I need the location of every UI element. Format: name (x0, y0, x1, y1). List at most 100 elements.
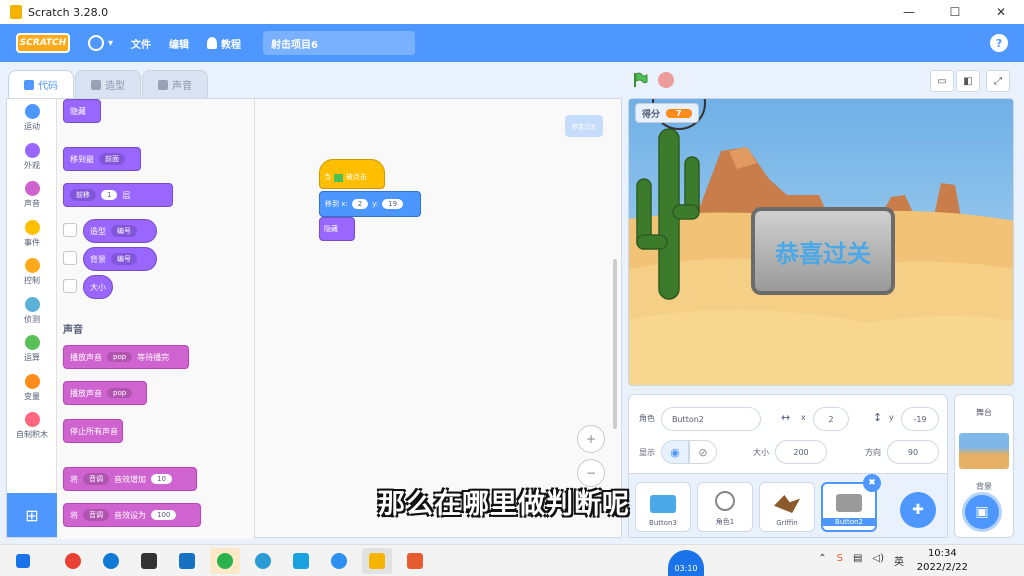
hide-block[interactable]: 隐藏 (63, 99, 101, 123)
script-area[interactable]: 当 被点击 移到 x: 2 y: 19 隐藏 恭喜过关 + − (255, 99, 621, 537)
sprite-tile[interactable]: Button3 (635, 482, 691, 532)
sprite-tile[interactable]: Griffin (759, 482, 815, 532)
edge-icon[interactable] (96, 548, 126, 574)
sound-dropdown[interactable]: pop (107, 352, 133, 362)
script-scrollbar[interactable] (613, 259, 617, 429)
category-my-blocks[interactable]: 自制积木 (7, 407, 57, 446)
category-operators[interactable]: 运算 (7, 330, 57, 369)
size-checkbox[interactable] (63, 279, 77, 293)
add-backdrop-button[interactable]: ▣ (962, 492, 1002, 532)
tab-code[interactable]: 代码 (8, 70, 74, 98)
layers-input[interactable]: 1 (101, 190, 118, 200)
layer-dropdown[interactable]: 前面 (99, 153, 125, 165)
category-sensing[interactable]: 侦测 (7, 292, 57, 331)
trash-icon[interactable]: ✖ (863, 474, 881, 492)
chevron-up-icon[interactable]: ⌃ (818, 553, 826, 568)
costume-checkbox[interactable] (63, 223, 77, 237)
costume-reporter[interactable]: 造型 编号 (83, 219, 157, 243)
menu-bar: SCRATCH ▾ 文件 编辑 教程 射击项目6 ? (0, 24, 1024, 62)
x-input[interactable]: 2 (351, 199, 369, 209)
wechat-icon[interactable] (210, 547, 240, 574)
add-extension-button[interactable]: ⊞ (7, 493, 57, 537)
volume-icon[interactable]: ◁) (872, 553, 884, 568)
edit-menu[interactable]: 编辑 (169, 36, 189, 51)
hide-block[interactable]: 隐藏 (319, 217, 355, 241)
maximize-button[interactable]: ☐ (932, 0, 978, 24)
costume-dropdown[interactable]: 编号 (111, 225, 137, 237)
small-stage-button[interactable]: ▭ (930, 70, 954, 92)
system-tray: ⌃ S ▤ ◁) 英 (818, 553, 904, 568)
tutorials-menu[interactable]: 教程 (207, 36, 241, 51)
effect-amount-input[interactable]: 10 (151, 474, 172, 484)
stop-sign-icon[interactable] (658, 72, 674, 88)
go-to-xy-block[interactable]: 移到 x: 2 y: 19 (319, 191, 421, 217)
backdrop-reporter[interactable]: 背景 编号 (83, 247, 157, 271)
zoom-in-button[interactable]: + (577, 425, 605, 453)
category-looks[interactable]: 外观 (7, 138, 57, 177)
store-icon[interactable] (134, 548, 164, 574)
scratch-logo[interactable]: SCRATCH (16, 33, 70, 53)
direction-dropdown[interactable]: 前移 (70, 189, 96, 201)
backdrop-dropdown[interactable]: 编号 (111, 253, 137, 265)
show-eye-icon[interactable]: ◉ (661, 440, 689, 464)
change-sound-effect-block[interactable]: 将 音调 音效增加 10 (63, 467, 197, 491)
go-layers-block[interactable]: 前移 1 层 (63, 183, 173, 207)
y-input[interactable]: -19 (901, 407, 939, 431)
sprite-badge: 恭喜过关 (565, 115, 603, 137)
code-editor: 运动 外观 声音 事件 控制 侦测 运算 变量 自制积木 ⊞ 隐藏 移到最 前面… (6, 98, 622, 539)
sound-dropdown[interactable]: pop (107, 388, 133, 398)
hide-eye-icon[interactable]: ⊘ (689, 440, 717, 464)
x-app-icon[interactable] (400, 548, 430, 574)
stop-all-sounds-block[interactable]: 停止所有声音 (63, 419, 123, 443)
input-language[interactable]: 英 (894, 553, 904, 568)
fullscreen-button[interactable]: ⤢ (986, 70, 1010, 92)
sprite-tile-selected[interactable]: Button2 ✖ (821, 474, 881, 532)
category-variables[interactable]: 变量 (7, 369, 57, 408)
effect-dropdown[interactable]: 音调 (83, 509, 109, 521)
go-to-layer-block[interactable]: 移到最 前面 (63, 147, 141, 171)
tab-costumes[interactable]: 造型 (75, 70, 141, 98)
system-clock[interactable]: 10:34 2022/2/22 (917, 547, 968, 575)
close-button[interactable]: ✕ (978, 0, 1024, 24)
chrome-icon[interactable] (58, 548, 88, 574)
size-input[interactable]: 200 (775, 440, 827, 464)
start-sound-block[interactable]: 播放声音 pop (63, 381, 147, 405)
level-complete-banner[interactable]: 恭喜过关 (751, 207, 895, 295)
category-control[interactable]: 控制 (7, 253, 57, 292)
category-label: 事件 (24, 237, 40, 247)
size-reporter[interactable]: 大小 (83, 275, 113, 299)
stage[interactable]: 得分 7 恭喜过关 (628, 98, 1014, 386)
effect-value-input[interactable]: 100 (151, 510, 177, 520)
set-sound-effect-block[interactable]: 将 音调 音效设为 100 (63, 503, 201, 527)
app-m-icon[interactable] (286, 548, 316, 574)
direction-input[interactable]: 90 (887, 440, 939, 464)
file-menu[interactable]: 文件 (131, 36, 151, 51)
tab-sounds[interactable]: 声音 (142, 70, 208, 98)
effect-dropdown[interactable]: 音调 (83, 473, 109, 485)
backdrop-checkbox[interactable] (63, 251, 77, 265)
tray-app-icon[interactable]: S (837, 553, 843, 568)
help-icon[interactable]: ? (990, 34, 1008, 52)
sprite-tile[interactable]: 角色1 (697, 482, 753, 532)
mail-icon[interactable] (172, 548, 202, 574)
qq-chat-icon[interactable] (324, 548, 354, 574)
large-stage-button[interactable]: ◧ (956, 70, 980, 92)
y-input[interactable]: 19 (382, 199, 404, 209)
block-label: 造型 (90, 226, 106, 236)
category-events[interactable]: 事件 (7, 215, 57, 254)
network-icon[interactable]: ▤ (853, 553, 862, 568)
when-flag-clicked-block[interactable]: 当 被点击 (319, 159, 385, 189)
language-menu[interactable]: ▾ (88, 35, 113, 51)
scratch-taskbar-icon[interactable] (362, 547, 392, 574)
play-sound-until-done-block[interactable]: 播放声音 pop 等待播完 (63, 345, 189, 369)
minimize-button[interactable]: — (886, 0, 932, 24)
add-sprite-button[interactable]: ✚ (900, 492, 936, 528)
ie-icon[interactable] (248, 548, 278, 574)
windows-start-icon[interactable] (8, 548, 38, 574)
x-input[interactable]: 2 (813, 407, 849, 431)
green-flag-icon[interactable] (632, 72, 648, 88)
sprite-name-input[interactable]: Button2 (661, 407, 761, 431)
category-sound[interactable]: 声音 (7, 176, 57, 215)
project-title-input[interactable]: 射击项目6 (263, 31, 416, 55)
category-motion[interactable]: 运动 (7, 99, 57, 138)
